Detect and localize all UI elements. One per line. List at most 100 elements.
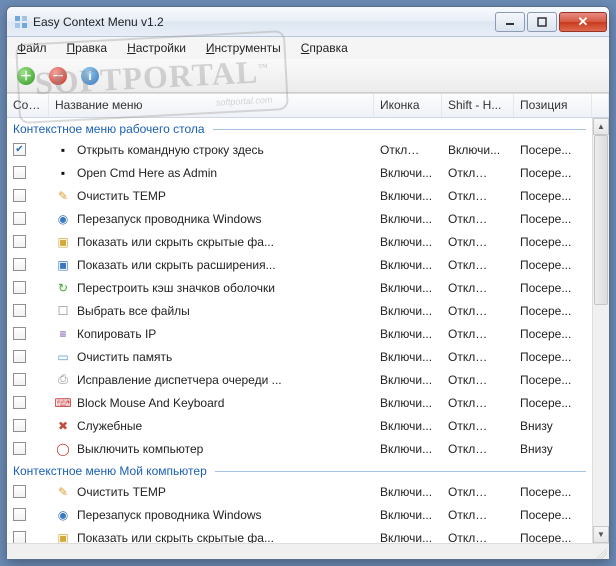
cell-position: Посере...	[514, 304, 592, 318]
list-item[interactable]: ✎Очистить TEMPВключи...Откл…Посере...	[7, 184, 592, 207]
menu-правка[interactable]: Правка	[61, 39, 114, 57]
checkbox[interactable]	[13, 485, 26, 498]
checkbox[interactable]	[13, 212, 26, 225]
list-item[interactable]: ◉Перезапуск проводника WindowsВключи...О…	[7, 207, 592, 230]
item-label: Исправление диспетчера очереди ...	[77, 373, 282, 387]
item-label: Block Mouse And Keyboard	[77, 396, 224, 410]
column-header-state[interactable]: Сос...	[7, 94, 49, 117]
cell-position: Посере...	[514, 189, 592, 203]
list-item[interactable]: ▣ Показать или скрыть скрытые фа... Включи…	[7, 526, 592, 543]
cell-icon-state: Включи...	[374, 258, 442, 272]
plus-icon: ＋	[17, 67, 35, 85]
menubar: Файл Правка Настройки Инструменты Справка	[7, 37, 609, 59]
toolbar-add-button[interactable]: ＋	[13, 63, 39, 89]
checkbox[interactable]	[13, 531, 26, 543]
item-label: Open Cmd Here as Admin	[77, 166, 217, 180]
scroll-down-button[interactable]: ▼	[593, 526, 609, 543]
checkbox[interactable]	[13, 327, 26, 340]
cell-icon-state: Включи...	[374, 166, 442, 180]
list-item[interactable]: ⌨Block Mouse And KeyboardВключи...Откл…П…	[7, 391, 592, 414]
list-item[interactable]: ◉Перезапуск проводника WindowsВключи...О…	[7, 503, 592, 526]
cell-shift-state: Откл…	[442, 235, 514, 249]
checkbox[interactable]	[13, 304, 26, 317]
list-item[interactable]: ↻ Перестроить кэш значков оболочки Включи.…	[7, 276, 592, 299]
list-item[interactable]: ◯Выключить компьютерВключи...Откл…Внизу	[7, 437, 592, 460]
window-controls: ✕	[495, 12, 607, 32]
list-item[interactable]: ☐Выбрать все файлыВключи...Откл…Посере..…	[7, 299, 592, 322]
checkbox[interactable]	[13, 235, 26, 248]
menu-файл[interactable]: Файл	[11, 39, 53, 57]
cell-shift-state: Откл…	[442, 373, 514, 387]
list-item[interactable]: ▣Показать или скрыть расширения...Включи…	[7, 253, 592, 276]
menu-настройки[interactable]: Настройки	[121, 39, 192, 57]
checkbox[interactable]: ✔	[13, 143, 26, 156]
checkbox[interactable]	[13, 419, 26, 432]
vertical-scrollbar[interactable]: ▲ ▼	[592, 118, 609, 543]
list-item[interactable]: ▭Очистить памятьВключи...Откл…Посере...	[7, 345, 592, 368]
cell-icon-state: Включи...	[374, 373, 442, 387]
cell-shift-state: Откл…	[442, 350, 514, 364]
close-button[interactable]: ✕	[559, 12, 607, 32]
column-header-shift[interactable]: Shift - Н...	[442, 94, 514, 117]
checkbox[interactable]	[13, 189, 26, 202]
cell-position: Посере...	[514, 485, 592, 499]
checkbox[interactable]	[13, 281, 26, 294]
cell-shift-state: Откл…	[442, 304, 514, 318]
cell-icon-state: Включи...	[374, 485, 442, 499]
titlebar[interactable]: Easy Context Menu v1.2 ✕	[7, 7, 609, 37]
menu-справка[interactable]: Справка	[295, 39, 354, 57]
cell-icon-state: Включи...	[374, 531, 442, 544]
cmd-icon: ▪	[55, 142, 71, 158]
column-header-icon[interactable]: Иконка	[374, 94, 442, 117]
column-header-position[interactable]: Позиция	[514, 94, 592, 117]
scroll-thumb[interactable]	[594, 135, 608, 305]
refresh-icon: ↻	[55, 280, 71, 296]
group-header[interactable]: Контекстное меню Мой компьютер	[7, 460, 592, 480]
column-headers: Сос... Название меню Иконка Shift - Н...…	[7, 94, 609, 118]
maximize-button[interactable]	[527, 12, 557, 32]
list-item[interactable]: ✖СлужебныеВключи...Откл…Внизу	[7, 414, 592, 437]
globe-icon: ◉	[55, 211, 71, 227]
list-item[interactable]: ✎Очистить TEMPВключи...Откл…Посере...	[7, 480, 592, 503]
content-area: Сос... Название меню Иконка Shift - Н...…	[7, 93, 609, 543]
checkbox[interactable]	[13, 508, 26, 521]
resize-grip-icon[interactable]	[593, 545, 607, 559]
scroll-up-button[interactable]: ▲	[593, 118, 609, 135]
checkbox[interactable]	[13, 442, 26, 455]
list-item[interactable]: ▣Показать или скрыть скрытые фа...Включи…	[7, 230, 592, 253]
cell-icon-state: Включи...	[374, 281, 442, 295]
minimize-button[interactable]	[495, 12, 525, 32]
cell-shift-state: Откл…	[442, 281, 514, 295]
checkbox[interactable]	[13, 373, 26, 386]
list-item[interactable]: ≡Копировать IPВключи...Откл…Посере...	[7, 322, 592, 345]
item-label: Показать или скрыть скрытые фа...	[77, 235, 274, 249]
column-header-name[interactable]: Название меню	[49, 94, 374, 117]
checkbox[interactable]	[13, 166, 26, 179]
item-label: Выключить компьютер	[77, 442, 203, 456]
item-label: Показать или скрыть расширения...	[77, 258, 276, 272]
folder-eye-icon: ▣	[55, 530, 71, 544]
block-input-icon: ⌨	[55, 395, 71, 411]
cell-icon-state: Включи...	[374, 212, 442, 226]
checkbox[interactable]	[13, 258, 26, 271]
item-label: Показать или скрыть скрытые фа...	[77, 531, 274, 544]
item-list[interactable]: Контекстное меню рабочего стола ✔ ▪ Открыть…	[7, 118, 592, 543]
list-item[interactable]: ✔▪Открыть командную строку здесьОткл…Вкл…	[7, 138, 592, 161]
cell-icon-state: Включи...	[374, 442, 442, 456]
toolbar-remove-button[interactable]: －	[45, 63, 71, 89]
cell-shift-state: Откл…	[442, 258, 514, 272]
menu-инструменты[interactable]: Инструменты	[200, 39, 287, 57]
checkbox[interactable]	[13, 350, 26, 363]
printer-fix-icon: ⎙	[55, 372, 71, 388]
checkbox[interactable]	[13, 396, 26, 409]
list-item[interactable]: ▪Open Cmd Here as AdminВключи...Откл…Пос…	[7, 161, 592, 184]
list-item[interactable]: ⎙ Исправление диспетчера очереди ... Включ…	[7, 368, 592, 391]
group-header[interactable]: Контекстное меню рабочего стола	[7, 118, 592, 138]
item-label: Перестроить кэш значков оболочки	[77, 281, 275, 295]
cell-position: Посере...	[514, 235, 592, 249]
item-label: Открыть командную строку здесь	[77, 143, 264, 157]
cell-position: Посере...	[514, 258, 592, 272]
globe-icon: ◉	[55, 507, 71, 523]
toolbar-info-button[interactable]: i	[77, 63, 103, 89]
cell-position: Посере...	[514, 531, 592, 544]
